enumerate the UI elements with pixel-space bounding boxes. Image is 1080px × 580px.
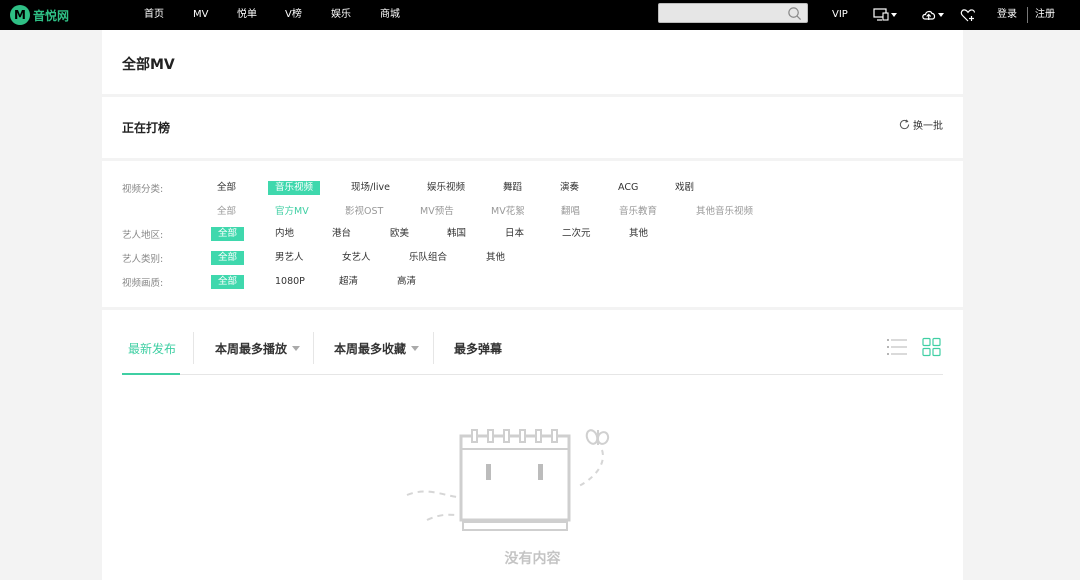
mv-list-panel: 最新发布 本周最多播放 本周最多收藏 最多弹幕 没有内容 <box>102 310 963 580</box>
category-entertainment[interactable]: 娱乐视频 <box>427 181 465 195</box>
search-input[interactable] <box>659 4 784 22</box>
region-japan[interactable]: 日本 <box>505 227 524 241</box>
nav-mv[interactable]: MV <box>193 0 208 30</box>
tab-most-played-label: 本周最多播放 <box>215 342 288 356</box>
region-mainland[interactable]: 内地 <box>275 227 294 241</box>
quality-hd[interactable]: 高清 <box>397 275 416 289</box>
login-link[interactable]: 登录 <box>997 0 1017 30</box>
heart-add-icon <box>960 8 976 21</box>
search-icon[interactable] <box>787 6 802 21</box>
quality-super-hd[interactable]: 超清 <box>339 275 358 289</box>
artist-type-male[interactable]: 男艺人 <box>275 251 304 265</box>
region-western[interactable]: 欧美 <box>390 227 409 241</box>
vip-link[interactable]: VIP <box>832 0 848 30</box>
tab-most-favorited-week[interactable]: 本周最多收藏 <box>334 340 420 357</box>
tab-most-danmaku[interactable]: 最多弹幕 <box>454 340 502 357</box>
artist-type-label: 艺人类别: <box>122 254 164 265</box>
tab-divider <box>193 332 194 364</box>
tab-latest[interactable]: 最新发布 <box>128 340 176 357</box>
monitor-icon <box>873 8 897 21</box>
subcategory-mv-preview[interactable]: MV预告 <box>420 205 454 219</box>
artist-type-all[interactable]: 全部 <box>211 251 245 265</box>
category-drama[interactable]: 戏剧 <box>675 181 694 195</box>
register-link[interactable]: 注册 <box>1035 0 1055 30</box>
page-title: 全部MV <box>122 57 175 73</box>
quality-all[interactable]: 全部 <box>211 275 245 289</box>
tab-latest-label: 最新发布 <box>128 342 177 356</box>
category-music-video[interactable]: 音乐视频 <box>268 181 321 195</box>
quality-1080p[interactable]: 1080P <box>275 275 305 289</box>
tab-most-played-week[interactable]: 本周最多播放 <box>215 340 301 357</box>
nav-store[interactable]: 商城 <box>380 0 400 30</box>
empty-state-text: 没有内容 <box>504 551 561 567</box>
subcategory-other-music-video[interactable]: 其他音乐视频 <box>696 205 753 219</box>
list-view-icon[interactable] <box>886 337 908 357</box>
cloud-upload-icon <box>922 10 944 20</box>
nav-home[interactable]: 首页 <box>144 0 164 30</box>
caret-down-icon <box>411 346 420 351</box>
filter-panel: 视频分类: 全部 音乐视频 现场/live 娱乐视频 舞蹈 演奏 ACG 戏剧 … <box>102 161 963 307</box>
tab-divider <box>313 332 314 364</box>
region-other[interactable]: 其他 <box>629 227 648 241</box>
site-logo[interactable]: M 音悦网 <box>10 5 69 25</box>
category-label: 视频分类: <box>122 184 164 195</box>
subcategory-official-mv[interactable]: 官方MV <box>275 205 309 219</box>
region-all[interactable]: 全部 <box>211 227 245 241</box>
trending-title: 正在打榜 <box>122 121 171 135</box>
caret-down-icon <box>292 346 301 351</box>
category-performance[interactable]: 演奏 <box>560 181 579 195</box>
login-register-divider <box>1027 7 1028 23</box>
refresh-label: 换一批 <box>913 121 943 132</box>
trending-section: 正在打榜 换一批 <box>102 97 963 158</box>
refresh-icon <box>899 119 910 130</box>
grid-view-icon[interactable] <box>921 337 943 357</box>
artist-type-band[interactable]: 乐队组合 <box>409 251 447 265</box>
category-live[interactable]: 现场/live <box>351 181 390 195</box>
upload-menu[interactable] <box>921 5 945 25</box>
top-navbar: M 音悦网 首页 MV 悦单 V榜 娱乐 商城 VIP 登录 注册 <box>0 0 1080 30</box>
nav-playlists[interactable]: 悦单 <box>237 0 257 30</box>
subcategory-all[interactable]: 全部 <box>217 205 236 219</box>
subcategory-ost[interactable]: 影视OST <box>345 205 383 219</box>
search-box <box>658 3 808 23</box>
category-dance[interactable]: 舞蹈 <box>503 181 522 195</box>
device-menu[interactable] <box>873 5 897 25</box>
tab-most-danmaku-label: 最多弹幕 <box>454 342 503 356</box>
page-header: 全部MV <box>102 30 963 94</box>
favorite-button[interactable] <box>960 5 976 25</box>
subcategory-mv-behind-scenes[interactable]: MV花絮 <box>491 205 525 219</box>
empty-calendar-illustration <box>406 429 610 531</box>
subcategory-cover[interactable]: 翻唱 <box>561 205 580 219</box>
region-2d[interactable]: 二次元 <box>562 227 591 241</box>
tabs-baseline <box>122 374 943 375</box>
tab-divider <box>433 332 434 364</box>
active-tab-indicator <box>122 373 180 375</box>
category-acg[interactable]: ACG <box>618 181 638 195</box>
subcategory-music-education[interactable]: 音乐教育 <box>619 205 657 219</box>
logo-mark: M <box>10 5 30 25</box>
artist-type-other[interactable]: 其他 <box>486 251 505 265</box>
nav-v-chart[interactable]: V榜 <box>285 0 302 30</box>
artist-type-female[interactable]: 女艺人 <box>342 251 371 265</box>
nav-entertainment[interactable]: 娱乐 <box>331 0 351 30</box>
region-korea[interactable]: 韩国 <box>447 227 466 241</box>
quality-label: 视频画质: <box>122 278 164 289</box>
logo-text: 音悦网 <box>33 8 70 23</box>
region-label: 艺人地区: <box>122 230 164 241</box>
category-all[interactable]: 全部 <box>217 181 236 195</box>
refresh-button[interactable]: 换一批 <box>899 117 943 132</box>
region-hk-tw[interactable]: 港台 <box>332 227 351 241</box>
tab-most-favorited-label: 本周最多收藏 <box>334 342 407 356</box>
